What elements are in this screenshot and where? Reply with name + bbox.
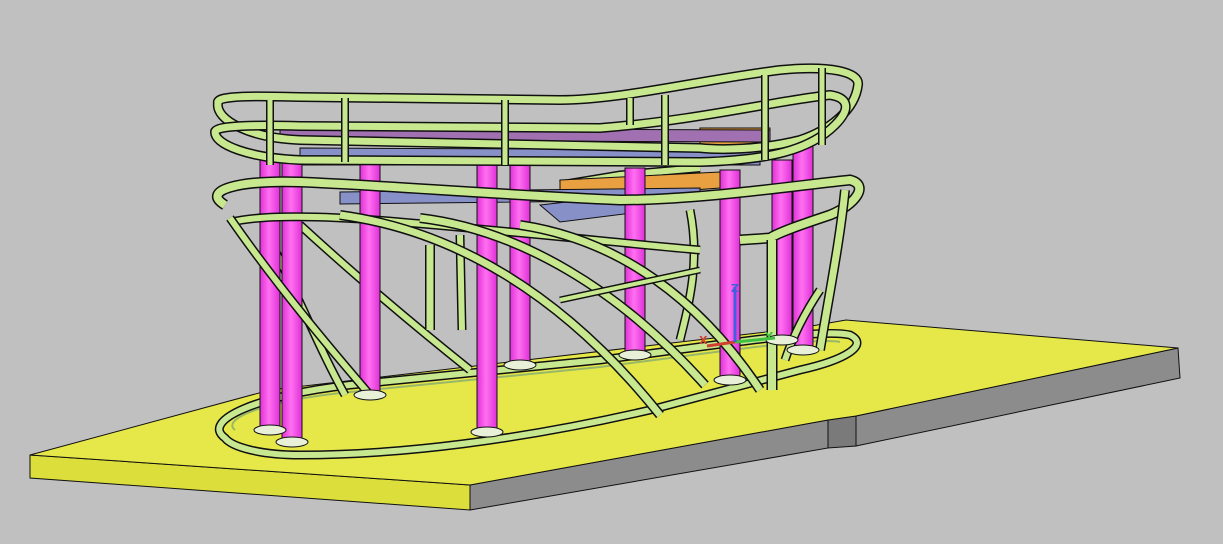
base-plate [713,374,747,386]
ucs-z-label: Z [731,282,739,295]
base-plate [275,436,309,448]
base-plate [253,424,287,436]
base-plate [470,426,504,438]
column [259,157,281,431]
slab-notch-side [827,415,857,449]
base-plate [503,359,537,371]
ucs-x-label: X [699,334,708,347]
model-viewport[interactable]: X Y Z [0,0,1223,544]
ucs-y-label: Y [764,330,774,343]
base-plate [618,349,652,361]
base-plate [353,389,387,401]
base-plate [786,344,820,356]
column [476,157,498,433]
column [359,159,381,396]
model-canvas[interactable]: X Y Z [0,0,1223,544]
